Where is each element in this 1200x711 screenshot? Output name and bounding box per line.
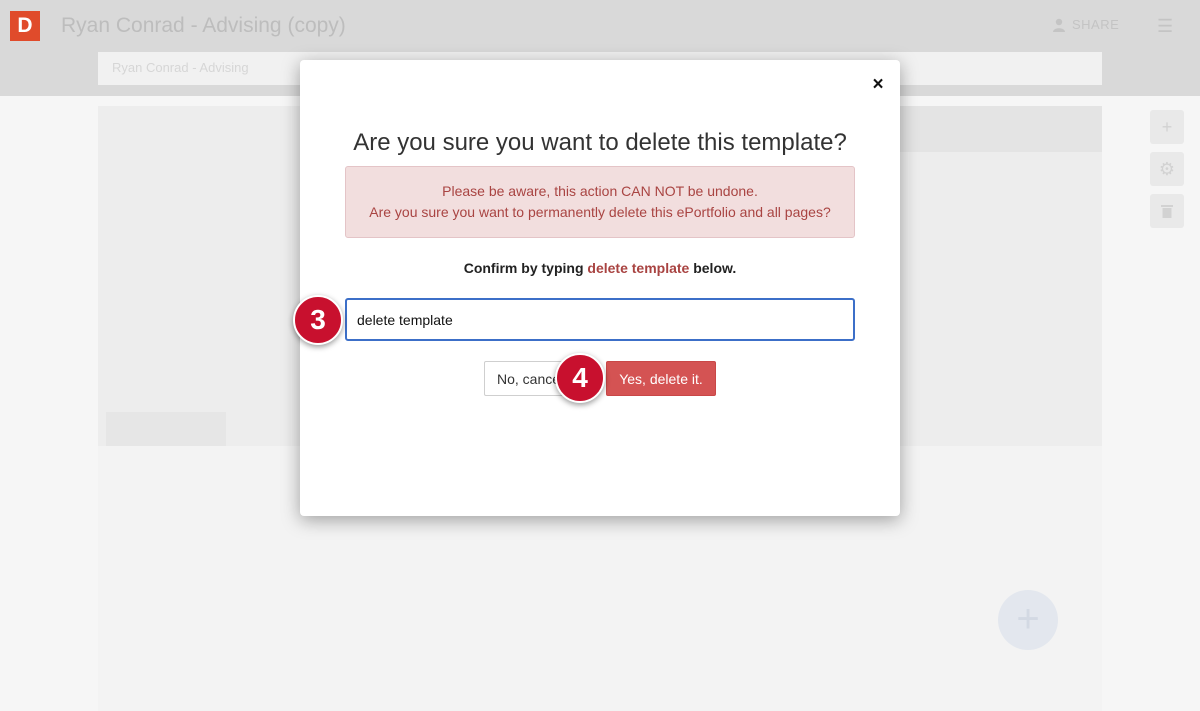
content-tag	[106, 412, 226, 446]
confirm-input[interactable]	[345, 298, 855, 341]
trash-icon[interactable]	[1150, 194, 1184, 228]
modal-title: Are you sure you want to delete this tem…	[353, 129, 847, 156]
add-fab-button[interactable]: +	[998, 590, 1058, 650]
share-button[interactable]: SHARE	[1052, 17, 1119, 32]
side-toolbar: + ⚙	[1150, 110, 1184, 228]
app-logo[interactable]: D	[10, 11, 40, 41]
confirm-instructions: Confirm by typing delete template below.	[300, 260, 900, 276]
step-marker-4: 4	[555, 353, 605, 403]
close-icon[interactable]: ×	[870, 75, 886, 94]
alert-line-1: Please be aware, this action CAN NOT be …	[442, 183, 758, 199]
delete-button[interactable]: Yes, delete it.	[606, 361, 716, 396]
confirm-suffix: below.	[689, 260, 737, 276]
user-icon	[1053, 18, 1065, 32]
plus-icon[interactable]: +	[1150, 110, 1184, 144]
warning-alert: Please be aware, this action CAN NOT be …	[345, 166, 855, 238]
alert-line-2: Are you sure you want to permanently del…	[369, 204, 831, 220]
confirm-prefix: Confirm by typing	[463, 260, 588, 276]
subbar-text: Ryan Conrad - Advising	[112, 60, 249, 75]
step-marker-3: 3	[293, 295, 343, 345]
cancel-button[interactable]: No, cancel	[484, 361, 566, 396]
app-title: Ryan Conrad - Advising (copy)	[61, 14, 346, 37]
share-label: SHARE	[1072, 17, 1120, 32]
gear-icon[interactable]: ⚙	[1150, 152, 1184, 186]
confirm-keyword: delete template	[587, 260, 690, 276]
delete-template-modal: × Are you sure you want to delete this t…	[300, 60, 900, 516]
hamburger-icon[interactable]: ☰	[1157, 16, 1173, 37]
